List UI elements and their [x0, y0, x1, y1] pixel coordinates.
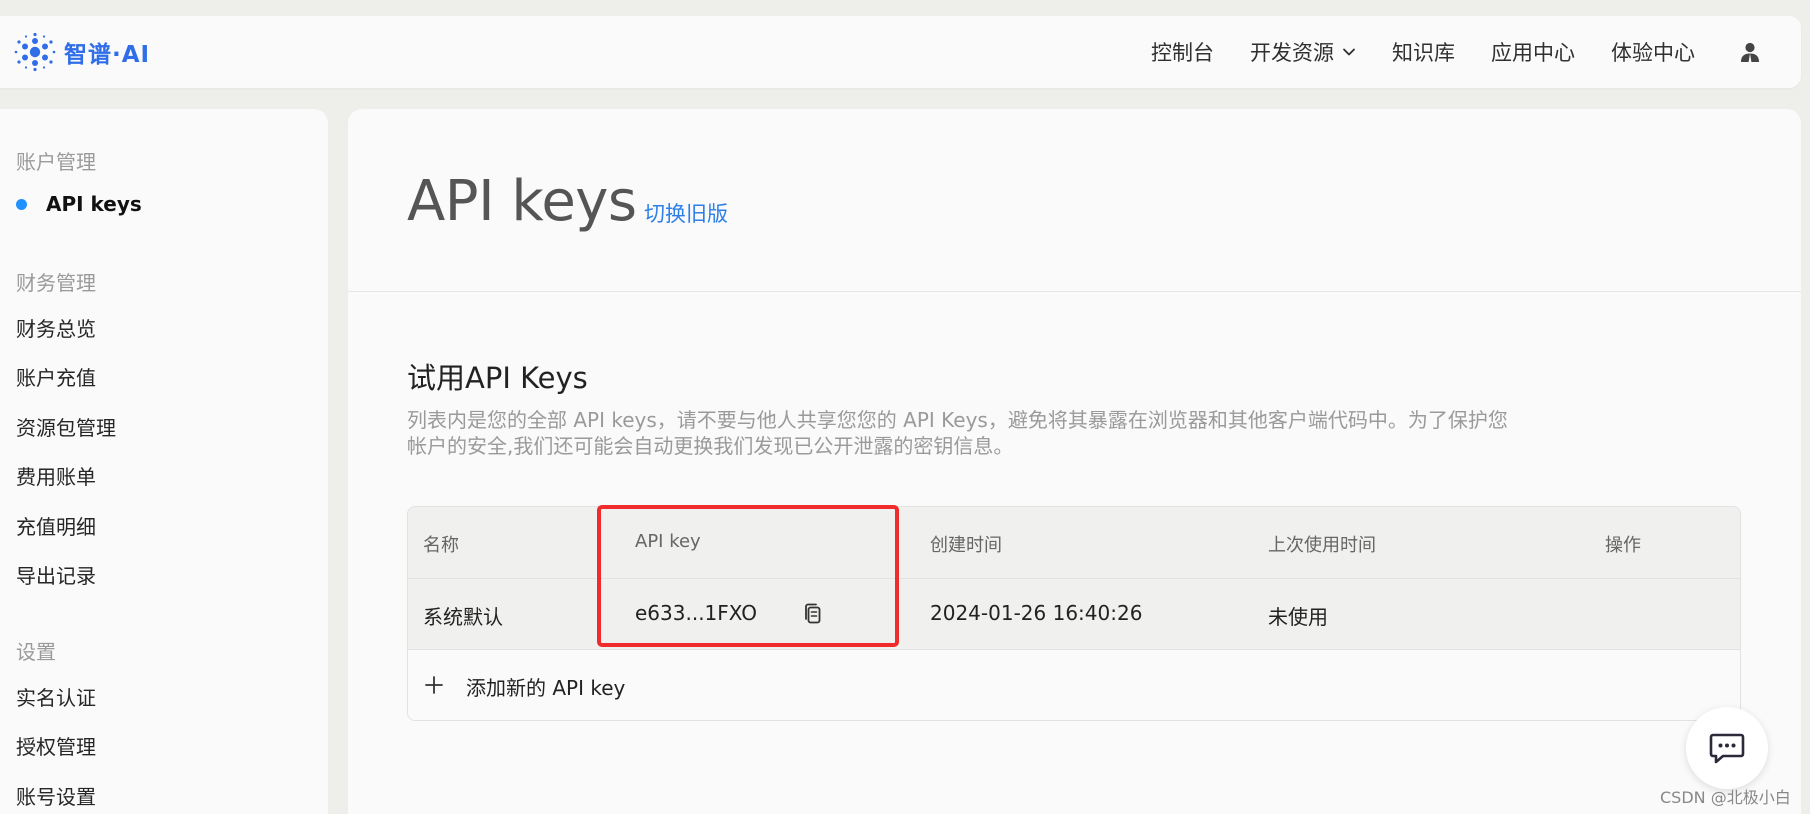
sidebar: 账户管理 API keys 财务管理 财务总览 账户充值 资源包管理 费用账单 …: [0, 109, 328, 814]
nav-app-center[interactable]: 应用中心: [1491, 37, 1575, 67]
column-header-created: 创建时间: [930, 535, 1002, 556]
nav-console-label: 控制台: [1151, 41, 1214, 65]
column-header-actions: 操作: [1605, 535, 1641, 556]
nav-dev-resources[interactable]: 开发资源: [1250, 37, 1356, 67]
sidebar-item-billing[interactable]: 费用账单: [16, 461, 96, 490]
add-api-key-label: 添加新的 API key: [466, 676, 626, 700]
plus-icon: [425, 676, 443, 694]
main-nav: 控制台 开发资源 知识库 应用中心 体验中心: [1115, 16, 1761, 88]
sidebar-group-finance: 财务管理: [16, 271, 96, 295]
add-api-key-button[interactable]: 添加新的 API key: [408, 650, 1740, 720]
sidebar-item-account-settings[interactable]: 账号设置: [16, 781, 96, 810]
table-header: 名称 API key 创建时间 上次使用时间 操作: [408, 507, 1740, 579]
copy-icon[interactable]: [802, 602, 824, 626]
nav-experience-center[interactable]: 体验中心: [1611, 37, 1695, 67]
api-keys-table: 名称 API key 创建时间 上次使用时间 操作 系统默认 e633...1F…: [407, 506, 1741, 721]
sidebar-item-recharge-details[interactable]: 充值明细: [16, 511, 96, 540]
cell-name: 系统默认: [423, 605, 503, 629]
nav-console[interactable]: 控制台: [1151, 37, 1214, 67]
top-navigation-bar: 智谱·AI 控制台 开发资源 知识库 应用中心 体验中心: [0, 16, 1801, 88]
switch-old-version-link[interactable]: 切换旧版: [644, 198, 728, 228]
nav-knowledge-base[interactable]: 知识库: [1392, 37, 1455, 67]
sidebar-item-identity-verification[interactable]: 实名认证: [16, 682, 96, 711]
chat-icon: [1709, 733, 1745, 764]
sidebar-item-export-records[interactable]: 导出记录: [16, 560, 96, 589]
cell-last-used: 未使用: [1268, 605, 1328, 629]
header-divider: [348, 291, 1801, 292]
sidebar-item-resource-packs[interactable]: 资源包管理: [16, 412, 116, 441]
section-description: 列表内是您的全部 API keys，请不要与他人共享您您的 API Keys，避…: [407, 408, 1508, 458]
sidebar-item-account-recharge[interactable]: 账户充值: [16, 362, 96, 391]
watermark: CSDN @北极小白: [1660, 788, 1791, 807]
cell-api-key: e633...1FXO: [635, 601, 757, 625]
brand-name: 智谱·AI: [64, 42, 151, 68]
nav-dev-resources-label: 开发资源: [1250, 41, 1334, 65]
sidebar-group-account: 账户管理: [16, 150, 96, 174]
chevron-down-icon: [1343, 48, 1355, 56]
chat-support-button[interactable]: [1686, 707, 1768, 789]
main-content: API keys 切换旧版 试用API Keys 列表内是您的全部 API ke…: [348, 109, 1801, 814]
active-indicator-dot: [16, 199, 27, 210]
column-header-name: 名称: [423, 535, 459, 556]
user-icon[interactable]: [1739, 41, 1761, 63]
sidebar-item-authorization[interactable]: 授权管理: [16, 731, 96, 760]
nav-app-center-label: 应用中心: [1491, 41, 1575, 65]
sidebar-item-finance-overview[interactable]: 财务总览: [16, 313, 96, 342]
sidebar-item-api-keys[interactable]: API keys: [46, 192, 142, 216]
column-header-api-key: API key: [635, 531, 701, 552]
column-header-last-used: 上次使用时间: [1268, 535, 1376, 556]
table-row: 系统默认 e633...1FXO 2024-01-26 16:40:26 未使用: [408, 579, 1740, 650]
section-title: 试用API Keys: [407, 361, 588, 395]
nav-knowledge-base-label: 知识库: [1392, 41, 1455, 65]
page-title: API keys: [407, 169, 637, 234]
brand-logo-link[interactable]: 智谱·AI: [14, 32, 150, 72]
nav-experience-center-label: 体验中心: [1611, 41, 1695, 65]
zhipu-logo-icon: [14, 32, 56, 72]
sidebar-group-settings: 设置: [16, 640, 56, 664]
cell-created-time: 2024-01-26 16:40:26: [930, 601, 1143, 625]
